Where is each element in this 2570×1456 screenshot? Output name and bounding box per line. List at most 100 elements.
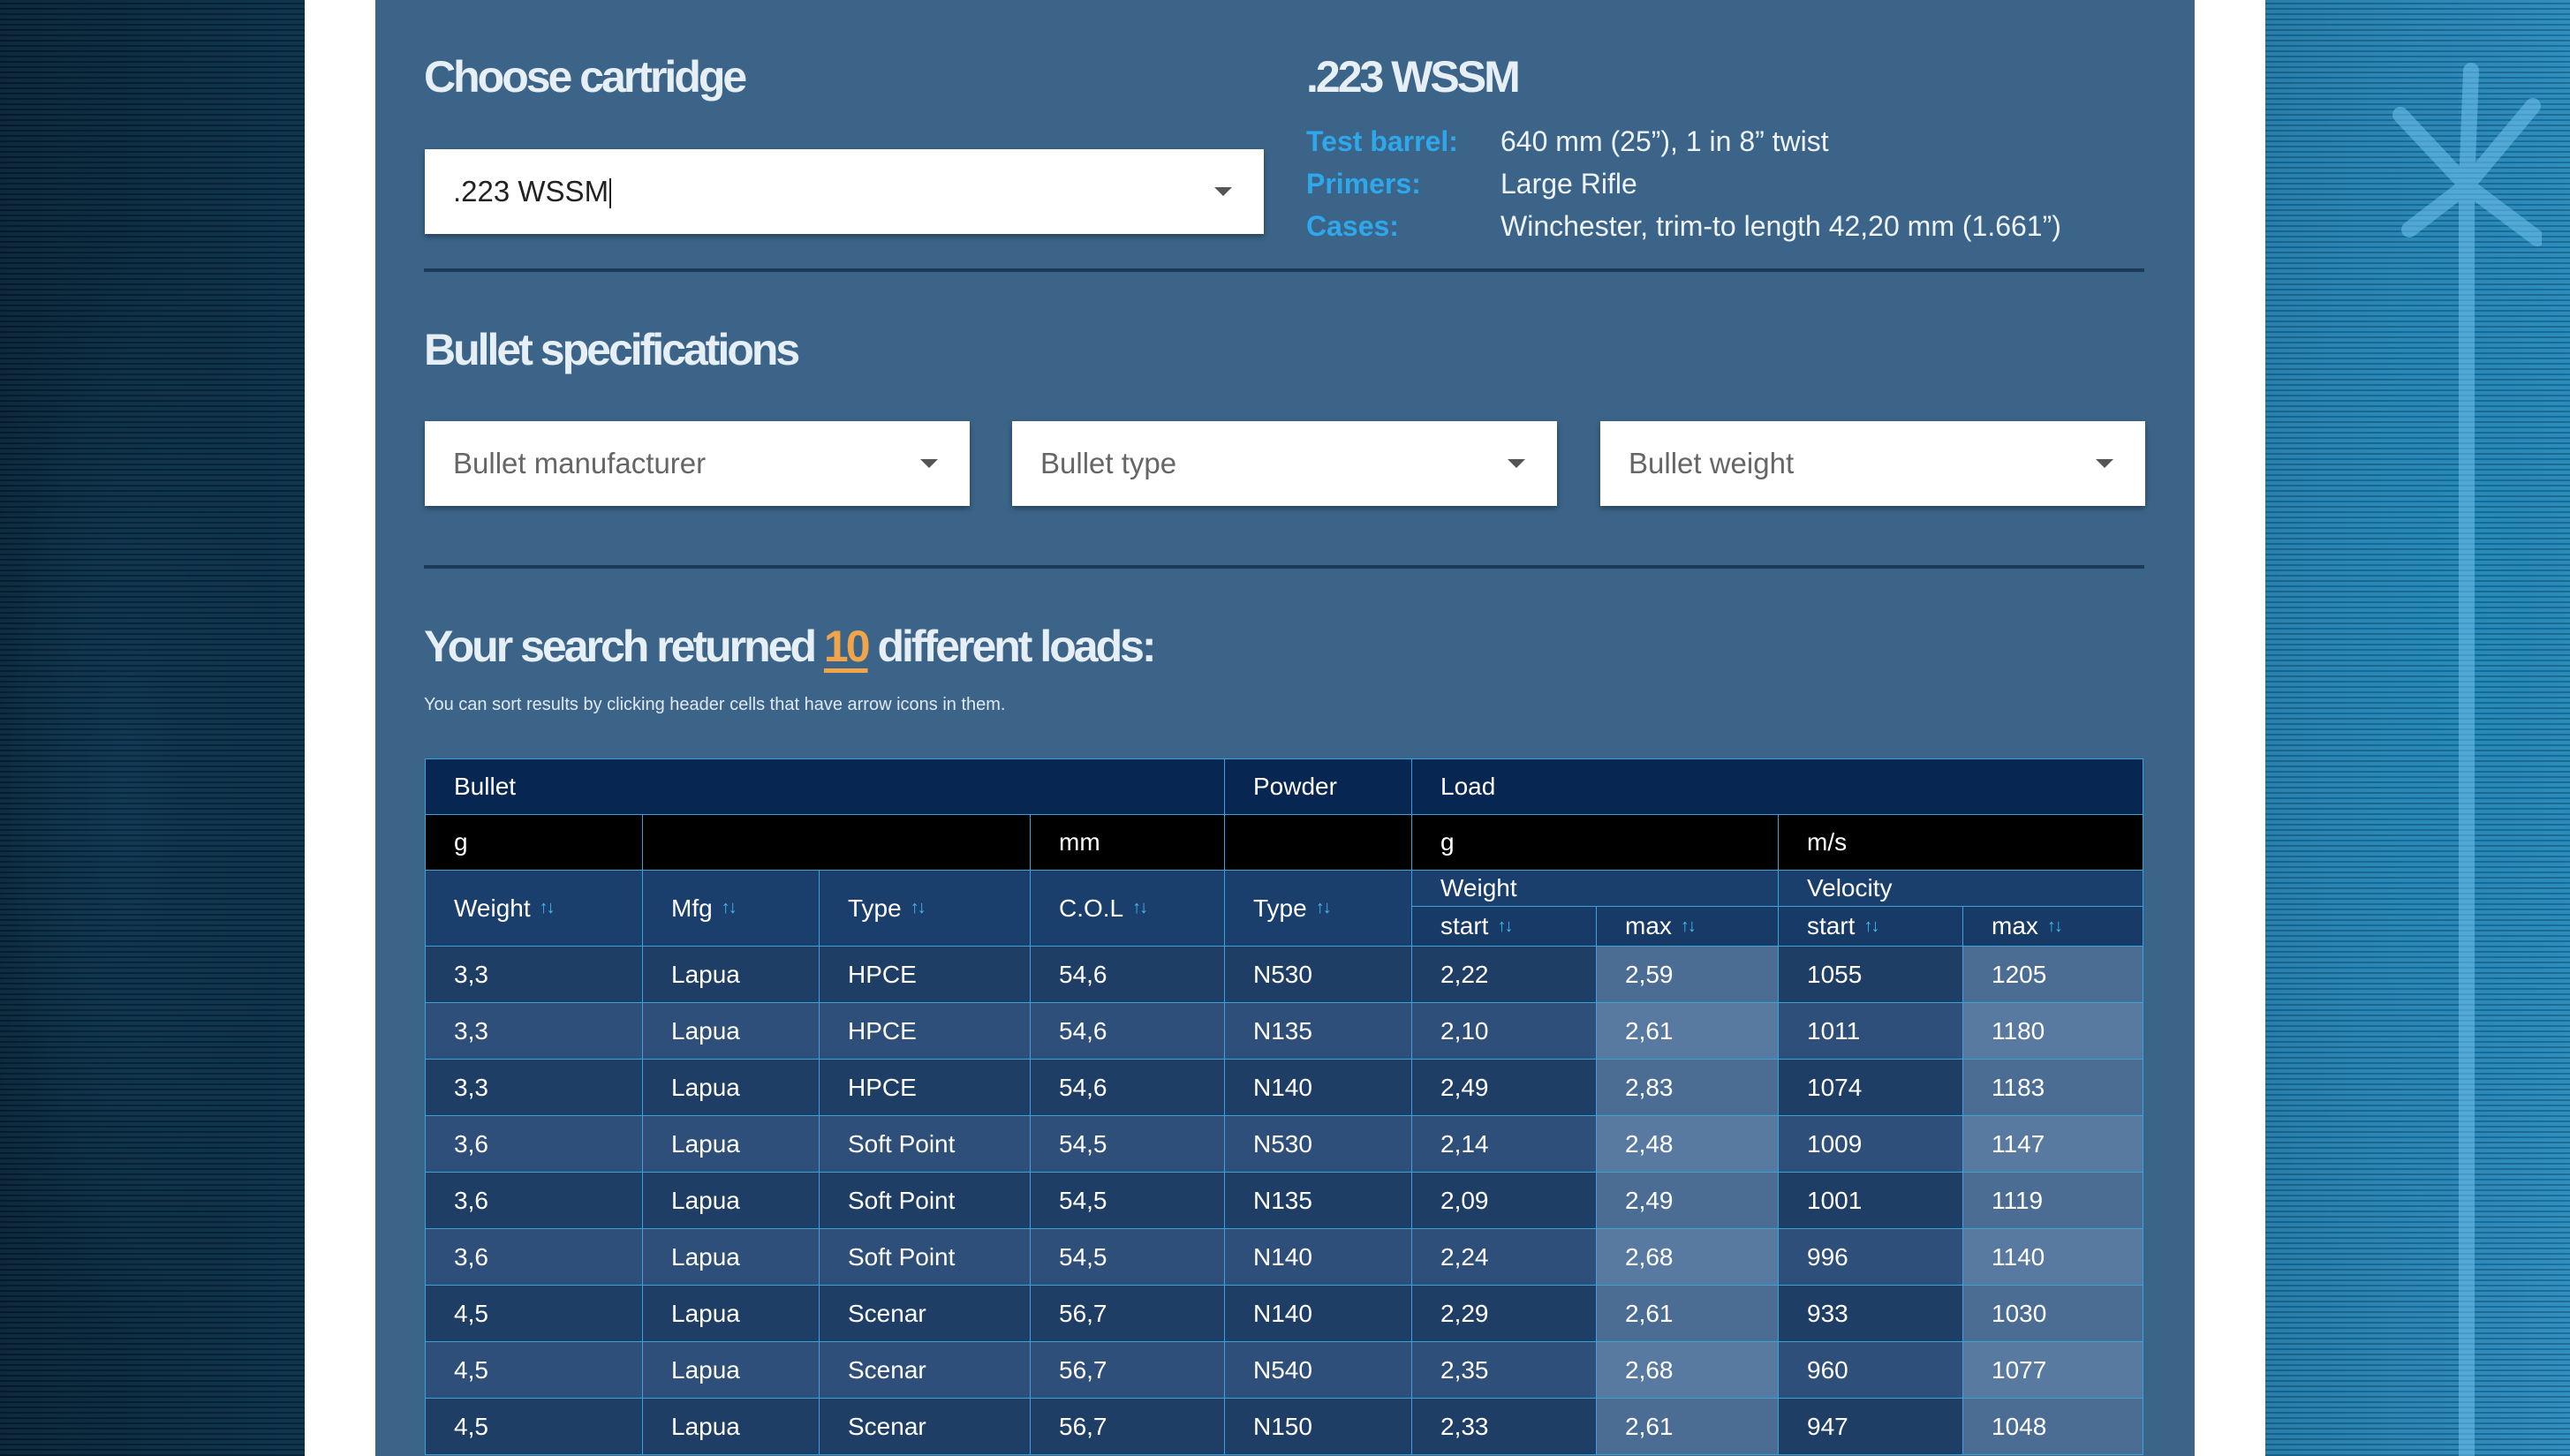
sort-header-mfg[interactable]: Mfg ↑↓ [642,870,820,947]
cell-mfg: Lapua [642,1115,820,1173]
cell-weight: 3,6 [425,1228,643,1286]
cell-bullet-type: HPCE [819,946,1031,1003]
unit-empty [642,814,1031,871]
info-label: Cases: [1306,210,1399,242]
column-label: start [1440,912,1489,939]
info-label: Test barrel: [1306,125,1458,157]
cell-mfg: Lapua [642,1172,820,1229]
cell-weight-max: 2,61 [1596,1002,1779,1060]
cell-powder-type: N540 [1224,1341,1412,1399]
cell-velocity-start: 960 [1778,1341,1963,1399]
cell-weight-start: 2,33 [1411,1398,1597,1455]
cell-velocity-max: 1048 [1962,1398,2143,1455]
sort-header-weight-start[interactable]: start ↑↓ [1411,906,1597,947]
cell-weight-start: 2,09 [1411,1172,1597,1229]
cell-weight-max: 2,68 [1596,1228,1779,1286]
sort-header-weight-max[interactable]: max ↑↓ [1596,906,1779,947]
bullet-type-select[interactable]: Bullet type [1012,421,1557,506]
column-label: max [1625,912,1672,939]
cell-weight-start: 2,10 [1411,1002,1597,1060]
cell-velocity-start: 1011 [1778,1002,1963,1060]
cell-weight-max: 2,48 [1596,1115,1779,1173]
bullet-weight-select[interactable]: Bullet weight [1600,421,2145,506]
sort-header-col[interactable]: C.O.L ↑↓ [1030,870,1225,947]
column-label: C.O.L [1059,894,1124,922]
cell-bullet-type: Soft Point [819,1228,1031,1286]
cell-weight: 3,6 [425,1115,643,1173]
column-label: start [1807,912,1856,939]
header-load: Load [1411,758,2143,815]
cell-weight-max: 2,59 [1596,946,1779,1003]
header-velocity: Velocity [1778,870,2143,907]
cell-velocity-start: 1009 [1778,1115,1963,1173]
unit-empty [1224,814,1412,871]
sort-header-velocity-start[interactable]: start ↑↓ [1778,906,1963,947]
cell-bullet-type: Soft Point [819,1172,1031,1229]
info-value: 640 mm (25”), 1 in 8” twist [1500,125,1829,157]
column-label: Type [848,894,902,922]
cell-weight: 4,5 [425,1285,643,1342]
cartridge-select[interactable]: .223 WSSM [425,149,1264,234]
cell-weight-start: 2,49 [1411,1059,1597,1116]
cell-mfg: Lapua [642,1398,820,1455]
cell-weight: 3,3 [425,1002,643,1060]
bullet-manufacturer-placeholder: Bullet manufacturer [453,447,707,479]
bullet-manufacturer-select[interactable]: Bullet manufacturer [425,421,970,506]
page-margin-left [305,0,375,1456]
text-cursor [609,178,612,209]
sort-header-weight[interactable]: Weight ↑↓ [425,870,643,947]
cell-weight-max: 2,68 [1596,1341,1779,1399]
chevron-down-icon [920,459,938,468]
column-label: Mfg [671,894,713,922]
sort-header-powder-type[interactable]: Type ↑↓ [1224,870,1412,947]
cell-velocity-start: 996 [1778,1228,1963,1286]
cell-weight-start: 2,29 [1411,1285,1597,1342]
cell-powder-type: N135 [1224,1002,1412,1060]
cell-powder-type: N530 [1224,946,1412,1003]
cell-weight: 3,6 [425,1172,643,1229]
cell-powder-type: N140 [1224,1059,1412,1116]
cell-weight: 4,5 [425,1341,643,1399]
cartridge-name-heading: .223 WSSM [1306,52,1521,102]
sort-header-velocity-max[interactable]: max ↑↓ [1962,906,2143,947]
cell-bullet-type: Soft Point [819,1115,1031,1173]
cell-bullet-type: Scenar [819,1285,1031,1342]
sort-arrows-icon: ↑↓ [1315,898,1332,917]
cell-weight: 3,3 [425,946,643,1003]
sort-arrows-icon: ↑↓ [1863,916,1879,936]
cell-powder-type: N140 [1224,1285,1412,1342]
sort-arrows-icon: ↑↓ [539,898,556,917]
sort-hint: You can sort results by clicking header … [424,695,1006,714]
cell-weight: 3,3 [425,1059,643,1116]
bullet-specifications-heading: Bullet specifications [424,325,800,374]
cell-mfg: Lapua [642,946,820,1003]
cell-velocity-max: 1205 [1962,946,2143,1003]
cell-velocity-max: 1180 [1962,1002,2143,1060]
cell-bullet-type: HPCE [819,1059,1031,1116]
cell-velocity-max: 1147 [1962,1115,2143,1173]
chevron-down-icon [1508,459,1525,468]
chevron-down-icon [1214,187,1232,196]
column-label: Type [1253,894,1307,922]
bullet-weight-placeholder: Bullet weight [1629,447,1795,479]
cell-weight-start: 2,35 [1411,1341,1597,1399]
cell-bullet-type: HPCE [819,1002,1031,1060]
cell-velocity-max: 1119 [1962,1172,2143,1229]
cell-velocity-start: 933 [1778,1285,1963,1342]
header-bullet: Bullet [425,758,1225,815]
unit-weight: g [425,814,643,871]
cell-velocity-max: 1140 [1962,1228,2143,1286]
section-divider [424,268,2144,272]
cell-mfg: Lapua [642,1228,820,1286]
bullet-type-placeholder: Bullet type [1040,447,1177,479]
section-divider [424,565,2144,569]
unit-load-weight: g [1411,814,1779,871]
page-margin-right [2195,0,2265,1456]
cell-col: 54,5 [1030,1228,1225,1286]
sort-arrows-icon: ↑↓ [1680,916,1697,936]
sort-header-bullet-type[interactable]: Type ↑↓ [819,870,1031,947]
cell-col: 54,6 [1030,1059,1225,1116]
cell-powder-type: N135 [1224,1172,1412,1229]
cell-col: 54,6 [1030,946,1225,1003]
sort-arrows-icon: ↑↓ [721,898,737,917]
